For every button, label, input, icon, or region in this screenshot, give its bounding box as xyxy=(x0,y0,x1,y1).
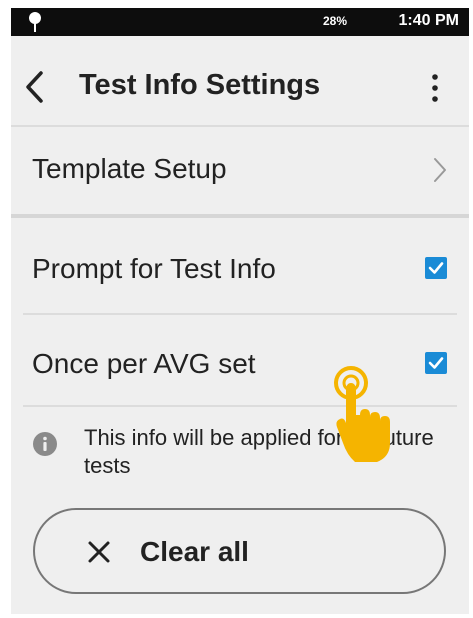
prompt-test-info-checkbox[interactable] xyxy=(425,257,447,279)
clear-all-button[interactable]: Clear all xyxy=(33,508,446,594)
once-per-avg-checkbox[interactable] xyxy=(425,352,447,374)
page-title: Test Info Settings xyxy=(79,69,321,101)
section-divider xyxy=(11,214,469,218)
checkmark-icon xyxy=(428,357,444,369)
battery-percent: 28% xyxy=(322,14,347,28)
back-arrow-icon[interactable] xyxy=(23,70,45,104)
once-per-avg-label: Once per AVG set xyxy=(32,348,256,379)
location-pin-icon xyxy=(29,12,41,32)
info-icon xyxy=(33,432,57,456)
prompt-test-info-row[interactable]: Prompt for Test Info xyxy=(11,223,469,309)
status-bar: 28% 1:40 PM xyxy=(11,8,469,36)
chevron-right-icon xyxy=(434,158,446,182)
clear-all-label: Clear all xyxy=(140,536,249,567)
status-time: 1:40 PM xyxy=(398,12,459,29)
prompt-test-info-label: Prompt for Test Info xyxy=(32,253,276,284)
template-setup-label: Template Setup xyxy=(32,153,227,184)
phone-screen: 28% 1:40 PM Test Info Settings Template … xyxy=(11,8,469,614)
row-divider xyxy=(23,313,457,315)
tap-gesture-hand-icon xyxy=(334,366,390,462)
close-icon xyxy=(88,541,110,563)
template-setup-row[interactable]: Template Setup xyxy=(11,127,469,213)
once-per-avg-row[interactable]: Once per AVG set xyxy=(11,316,469,402)
app-header: Test Info Settings xyxy=(11,36,469,132)
checkmark-icon xyxy=(428,262,444,274)
overflow-menu-icon[interactable] xyxy=(431,72,439,104)
